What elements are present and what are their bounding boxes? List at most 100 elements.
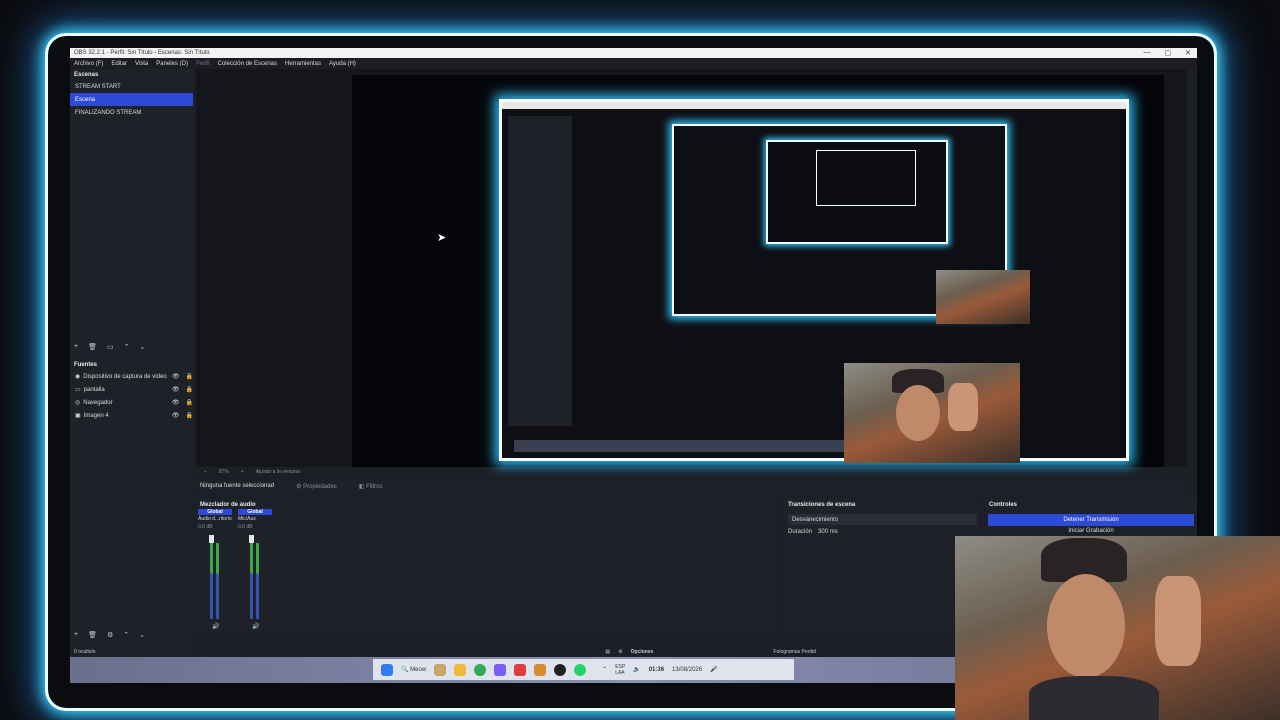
source-item[interactable]: ▭ pantalla 👁 🔒 [70, 383, 193, 396]
search-text: Meow [410, 667, 427, 673]
scene-item[interactable]: FINALIZANDO STREAM [70, 106, 193, 119]
clock-date[interactable]: 13/08/2026 [672, 667, 702, 673]
clock-time[interactable]: 01:36 [649, 667, 664, 673]
eye-icon[interactable]: 👁 [172, 412, 180, 419]
zoom-out-icon[interactable]: – [204, 469, 207, 475]
nested-webcam [936, 270, 1030, 324]
sources-panel: Fuentes ◉ Dispositivo de captura de video… [70, 359, 193, 422]
scene-item[interactable]: STREAM START [70, 80, 193, 93]
webcam-overlay [844, 363, 1020, 463]
menu-paneles[interactable]: Paneles (D) [156, 61, 188, 67]
windows-start-icon[interactable] [381, 663, 393, 676]
trash-icon[interactable]: 🗑 [88, 343, 97, 351]
controls-title: Controles [989, 501, 1018, 508]
controls-header: Controles [985, 499, 1197, 510]
volume-meter [250, 543, 253, 619]
start-recording-button[interactable]: Iniciar Grabación [985, 528, 1197, 534]
mixer-list-icon[interactable]: ▤ [605, 649, 610, 655]
volume-meter [210, 543, 213, 619]
transitions-title: Transiciones de escena [788, 501, 856, 508]
hand-shape [1155, 576, 1201, 666]
eye-icon[interactable]: 👁 [172, 399, 180, 406]
eye-icon[interactable]: 👁 [172, 386, 180, 393]
shirt-shape [1029, 676, 1159, 720]
menu-editar[interactable]: Editar [111, 61, 127, 67]
speaker-icon[interactable]: 🔊 [212, 623, 219, 630]
properties-button[interactable]: ⚙ Propiedades [296, 483, 337, 490]
zoom-level: 87% [218, 469, 229, 475]
fit-dropdown[interactable]: Ajustar a la ventana [256, 469, 300, 475]
preview-area[interactable] [196, 69, 1187, 467]
mouse-cursor-icon: ➤ [437, 232, 447, 244]
gear-icon[interactable]: ⚙ [107, 631, 113, 639]
channel-name[interactable]: Mic/Aux [238, 515, 272, 523]
taskbar-center: 🔍 Meow ⌃ ESP LAA 🔈 01:36 13/08/2026 🎤 [373, 659, 794, 680]
lock-icon[interactable]: 🔒 [186, 386, 193, 393]
folder-icon[interactable] [454, 663, 467, 676]
duration-input[interactable]: 300 ms [818, 529, 838, 535]
app-red-icon[interactable] [514, 663, 527, 676]
mixer-gear-icon[interactable]: ⚙ [618, 649, 622, 655]
nested-title-bar [502, 102, 1126, 109]
chevron-down-icon[interactable]: ⌄ [139, 343, 145, 351]
zoom-in-icon[interactable]: + [241, 469, 244, 475]
app-orange-icon[interactable] [534, 663, 547, 676]
stop-stream-button[interactable]: Detener Transmisión [988, 514, 1194, 526]
lang-bottom: LAA [615, 669, 625, 676]
filters-label: Filtros [366, 483, 383, 490]
source-item[interactable]: ◉ Dispositivo de captura de video 👁 🔒 [70, 370, 193, 383]
program-canvas[interactable] [352, 75, 1164, 467]
whatsapp-icon[interactable] [574, 663, 587, 676]
mic-tray-icon[interactable]: 🎤 [710, 666, 717, 673]
menu-vista[interactable]: Vista [135, 61, 148, 67]
close-button[interactable]: ✕ [1185, 49, 1191, 57]
maximize-button[interactable]: ▢ [1165, 49, 1172, 57]
left-dock: Escenas STREAM START Escena FINALIZANDO … [70, 69, 193, 683]
menu-archivo[interactable]: Archivo (F) [74, 61, 103, 67]
minimize-button[interactable]: — [1144, 49, 1151, 57]
nested-left-dock [508, 116, 572, 426]
chevron-up-icon[interactable]: ⌃ [124, 343, 130, 351]
language-indicator[interactable]: ESP LAA [615, 664, 625, 676]
tray-icon[interactable]: ⌃ [602, 666, 607, 673]
widget-icon[interactable] [434, 663, 447, 676]
trash-icon[interactable]: 🗑 [88, 631, 97, 639]
window-title: OBS 32.2.1 - Perfil: Sin Título - Escena… [74, 50, 210, 56]
scenes-header: Escenas [70, 69, 193, 80]
mixer-options-button[interactable]: Opciones [631, 649, 654, 655]
menu-coleccion[interactable]: Colección de Escenas [218, 61, 277, 67]
source-item[interactable]: ▣ Imagen 4 👁 🔒 [70, 409, 193, 422]
volume-slider-handle[interactable] [249, 535, 254, 543]
eye-icon[interactable]: 👁 [172, 373, 180, 380]
globe-icon: ◎ [75, 400, 81, 406]
menu-ayuda[interactable]: Ayuda (H) [329, 61, 356, 67]
search-box[interactable]: 🔍 Meow [401, 666, 426, 673]
mixer-channel: Global Mic/Aux 0.0 dB 🔊 [238, 509, 272, 630]
chevron-down-icon[interactable]: ⌄ [139, 631, 145, 639]
nested-capture-level-4 [816, 150, 916, 206]
add-icon[interactable]: + [74, 343, 78, 351]
menu-herramientas[interactable]: Herramientas [285, 61, 321, 67]
menu-perfil[interactable]: Perfil [196, 61, 210, 67]
chrome-icon[interactable] [474, 663, 487, 676]
lock-icon[interactable]: 🔒 [186, 373, 193, 380]
discord-icon[interactable] [494, 663, 507, 676]
sources-title: Fuentes [74, 361, 98, 368]
add-icon[interactable]: + [74, 631, 78, 639]
scene-item-active[interactable]: Escena [70, 93, 193, 106]
speaker-icon[interactable]: 🔊 [252, 623, 259, 630]
mixer-channel: Global Audio d...ritorio 0.0 dB 🔊 [198, 509, 232, 630]
obs-icon[interactable] [554, 663, 567, 676]
speaker-tray-icon[interactable]: 🔈 [633, 666, 640, 673]
filters-button[interactable]: ◧ Filtros [359, 483, 383, 490]
transition-dropdown[interactable]: Desvanecimiento [788, 514, 977, 525]
properties-label: Propiedades [303, 483, 337, 490]
rectangle-icon[interactable]: ▭ [107, 343, 114, 351]
face-shape [896, 385, 940, 441]
source-item[interactable]: ◎ Navegador 👁 🔒 [70, 396, 193, 409]
lock-icon[interactable]: 🔒 [186, 412, 193, 419]
lock-icon[interactable]: 🔒 [186, 399, 193, 406]
chevron-up-icon[interactable]: ⌃ [123, 631, 129, 639]
channel-name[interactable]: Audio d...ritorio [198, 515, 232, 523]
volume-slider-handle[interactable] [209, 535, 214, 543]
